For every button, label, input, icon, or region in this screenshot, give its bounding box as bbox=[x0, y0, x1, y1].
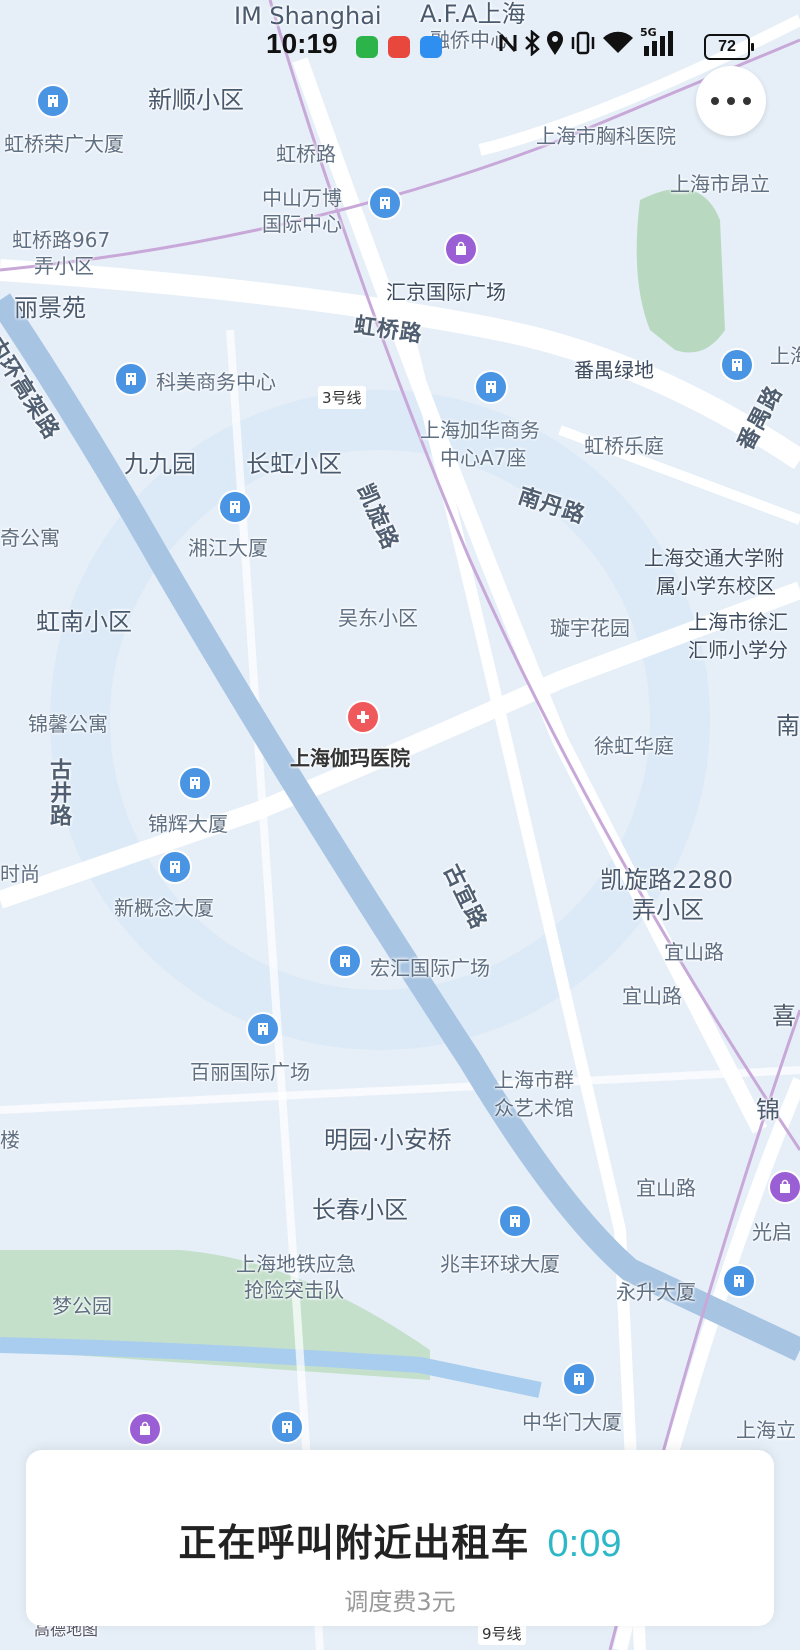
map-label: 上海地铁应急 bbox=[236, 1252, 356, 1276]
map-label: 虹桥荣广大厦 bbox=[4, 132, 124, 156]
road-label-gujing: 古井路 bbox=[46, 758, 71, 827]
map-label: 上海市胸科医院 bbox=[536, 124, 676, 148]
office-building-icon[interactable] bbox=[564, 1364, 594, 1394]
wifi-icon bbox=[603, 31, 633, 53]
bluetooth-icon bbox=[525, 30, 540, 56]
map-label: 国际中心 bbox=[262, 212, 342, 236]
map-label: 科美商务中心 bbox=[156, 370, 276, 394]
shopping-bag-icon[interactable] bbox=[446, 234, 476, 264]
map-label: 时尚 bbox=[0, 862, 40, 886]
map-label: 上海市昂立 bbox=[670, 172, 770, 196]
map-label: 汇师小学分 bbox=[688, 638, 788, 662]
shopping-bag-icon[interactable] bbox=[770, 1172, 800, 1202]
map-label: 光启 bbox=[752, 1220, 792, 1244]
map-label: 宏汇国际广场 bbox=[370, 956, 490, 980]
office-building-icon[interactable] bbox=[116, 364, 146, 394]
map-label: 锦辉大厦 bbox=[148, 812, 228, 836]
more-dots-icon bbox=[711, 97, 719, 105]
office-building-icon[interactable] bbox=[370, 188, 400, 218]
calling-status-row: 正在呼叫附近出租车 0:09 bbox=[26, 1512, 774, 1567]
office-building-icon[interactable] bbox=[722, 350, 752, 380]
map-label: 奇公寓 bbox=[0, 526, 60, 550]
office-building-icon[interactable] bbox=[180, 768, 210, 798]
map-label: 锦馨公寓 bbox=[28, 712, 108, 736]
map-label: 抢险突击队 bbox=[244, 1278, 344, 1302]
clock: 10:19 bbox=[266, 28, 338, 59]
map-label: 百丽国际广场 bbox=[190, 1060, 310, 1084]
office-building-icon[interactable] bbox=[272, 1412, 302, 1442]
status-bar: 10:19 5G 72 bbox=[0, 0, 800, 92]
map-label: 虹桥乐庭 bbox=[584, 434, 664, 458]
green-shield-app-icon bbox=[356, 36, 378, 58]
map-label: 属小学东校区 bbox=[656, 574, 776, 598]
office-building-icon[interactable] bbox=[330, 946, 360, 976]
map-label: 徐虹华庭 bbox=[594, 734, 674, 758]
map-label: 上海加华商务 bbox=[420, 418, 540, 442]
shopping-bag-icon[interactable] bbox=[130, 1414, 160, 1444]
map-label: 众艺术馆 bbox=[494, 1096, 574, 1120]
office-building-icon[interactable] bbox=[500, 1206, 530, 1236]
map-label: 南 bbox=[776, 712, 800, 740]
map-base bbox=[0, 0, 800, 1650]
blue-chat-app-icon bbox=[420, 36, 442, 58]
map-label: 汇京国际广场 bbox=[386, 280, 506, 304]
map-label: 湘江大厦 bbox=[188, 536, 268, 560]
calling-status-title: 正在呼叫附近出租车 bbox=[178, 1521, 530, 1565]
map-label: 锦 bbox=[756, 1096, 780, 1124]
metro-line-badge: 3号线 bbox=[318, 386, 366, 409]
map-label: 吴东小区 bbox=[338, 606, 418, 630]
map-label-hospital: 上海伽玛医院 bbox=[290, 746, 410, 770]
vibrate-icon bbox=[571, 31, 595, 55]
map-label: 中心A7座 bbox=[440, 446, 527, 470]
map-label: 璇宇花园 bbox=[550, 616, 630, 640]
road-label-yishan: 宜山路 bbox=[664, 940, 724, 964]
road-label-yishan: 宜山路 bbox=[636, 1176, 696, 1200]
map-label: 上海交通大学附 bbox=[644, 546, 784, 570]
map-label: 楼 bbox=[0, 1128, 20, 1152]
map-label: 上海立 bbox=[736, 1418, 796, 1442]
office-building-icon[interactable] bbox=[220, 492, 250, 522]
map-label: 中山万博 bbox=[262, 186, 342, 210]
calling-taxi-card: 正在呼叫附近出租车 0:09 调度费3元 bbox=[26, 1450, 774, 1626]
dispatch-fee-label: 调度费3元 bbox=[344, 1588, 456, 1616]
more-dots-icon bbox=[727, 97, 735, 105]
map-label: 虹桥路 bbox=[276, 142, 336, 166]
map-label: 新概念大厦 bbox=[114, 896, 214, 920]
map-label: 喜 bbox=[772, 1002, 796, 1030]
map-label: 九九园 bbox=[124, 450, 196, 478]
map-label: 丽景苑 bbox=[14, 294, 86, 322]
map-label: 虹南小区 bbox=[36, 608, 132, 636]
map-label: 长虹小区 bbox=[246, 450, 342, 478]
battery-icon: 72 bbox=[704, 34, 754, 60]
map-label: 上海 bbox=[770, 344, 800, 368]
office-building-icon[interactable] bbox=[248, 1014, 278, 1044]
map-label: 永升大厦 bbox=[616, 1280, 696, 1304]
office-building-icon[interactable] bbox=[724, 1266, 754, 1296]
map-label: 虹桥路967 bbox=[12, 228, 111, 252]
calling-timer: 0:09 bbox=[547, 1523, 622, 1565]
map-label: 弄小区 bbox=[632, 896, 704, 924]
office-building-icon[interactable] bbox=[160, 852, 190, 882]
office-building-icon[interactable] bbox=[476, 372, 506, 402]
location-icon bbox=[547, 31, 563, 55]
nfc-icon bbox=[499, 34, 517, 52]
map-label: 梦公园 bbox=[52, 1294, 112, 1318]
hospital-icon[interactable] bbox=[348, 702, 378, 732]
map-label: 上海市群 bbox=[494, 1068, 574, 1092]
map-label: 兆丰环球大厦 bbox=[440, 1252, 560, 1276]
map-label: 明园·小安桥 bbox=[324, 1126, 452, 1154]
map-label: 上海市徐汇 bbox=[688, 610, 788, 634]
more-dots-icon bbox=[743, 97, 751, 105]
system-icons: 5G bbox=[498, 26, 674, 56]
map-label: 长春小区 bbox=[312, 1196, 408, 1224]
signal-icon: 5G bbox=[640, 26, 674, 56]
road-label-yishan: 宜山路 bbox=[622, 984, 682, 1008]
map-view[interactable]: IM Shanghai A.F.A上海 融侨中心 新顺小区 虹桥荣广大厦 虹桥路… bbox=[0, 0, 800, 1650]
map-label: 中华门大厦 bbox=[522, 1410, 622, 1434]
map-label: 弄小区 bbox=[34, 254, 94, 278]
map-label: 番禺绿地 bbox=[574, 358, 654, 382]
red-app-icon bbox=[388, 36, 410, 58]
more-options-button[interactable] bbox=[696, 66, 766, 136]
